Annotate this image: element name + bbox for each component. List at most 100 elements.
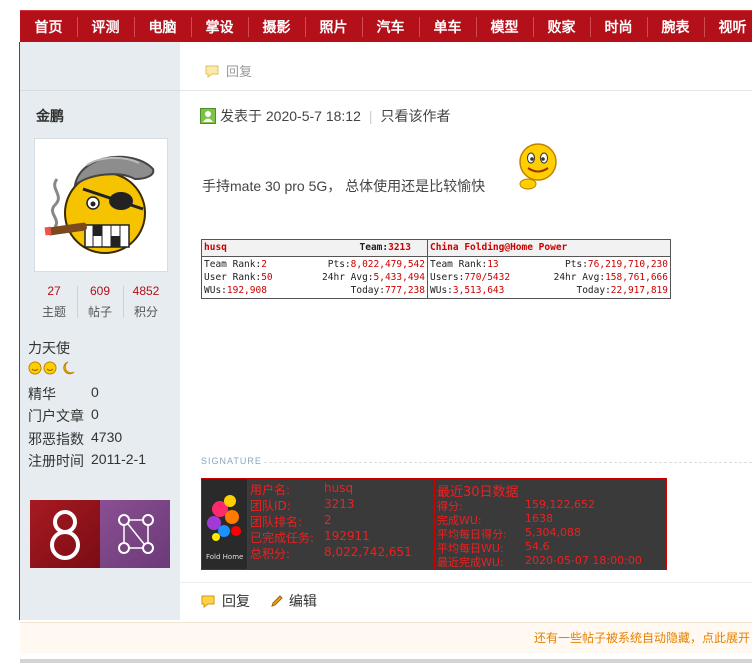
fah-logo-text: Fold Home [206,553,243,561]
post-actions: 回复 编辑 [200,591,317,611]
bottom-border [20,659,752,663]
reply-bubble-icon [201,595,215,608]
folding-row: Team Rank:2 Pts:8,022,479,542 [204,259,425,270]
folding-row: User Rank:50 24hr Avg:5,433,494 [204,272,425,283]
reply-button[interactable]: 回复 [200,593,254,609]
author-stats: 27 主题 609 帖子 4852 积分 [32,284,168,322]
fah-logo: Fold Home [202,479,248,569]
medal-badge[interactable] [100,500,170,568]
folding-user-header: husq Team:3213 [202,240,427,257]
post-text: 手持mate 30 pro 5G， 总体使用还是比较愉快 [202,178,486,194]
folding-team-header: China Folding@Home Power [428,240,670,257]
nav-separator [362,17,363,37]
info-value: 4730 [91,429,123,445]
folding-team-name: China Folding@Home Power [430,242,568,253]
nav-item[interactable]: 汽车 [362,11,419,43]
sig-row: 团队ID: 3213 [250,497,355,513]
nav-separator [419,17,420,37]
reply-link-top[interactable]: 回复 [204,61,252,80]
info-label: 精华 [28,386,56,402]
sig-row: 用户名: husq [250,481,354,497]
author-name[interactable]: 金鹏 [36,106,64,126]
sig-row: 已完成任务: 192911 [250,529,370,545]
stat-posts[interactable]: 609 帖子 [78,284,122,320]
folding-row: Team Rank:13 Pts:76,219,710,230 [430,259,668,270]
folding-row: WUs:192,908 Today:777,238 [204,285,425,296]
nav-item[interactable]: 评测 [77,11,134,43]
stat-points[interactable]: 4852 积分 [124,284,168,320]
only-author-link[interactable]: 只看该作者 [381,108,451,124]
nav-separator [77,17,78,37]
stat-points-value: 4852 [132,284,160,298]
post-meta: 发表于 2020-5-7 18:12 | 只看该作者 [200,106,451,126]
medal-share-icon [118,514,154,554]
info-digest: 精华 0 [28,384,99,404]
stat-posts-value: 609 [89,284,111,298]
nav-separator [647,17,648,37]
medal-badge[interactable] [30,500,100,568]
post-date: 发表于 2020-5-7 18:12 [220,108,361,124]
info-label: 门户文章 [28,408,84,424]
nav-item[interactable]: 腕表 [647,11,704,43]
reply-bubble-icon [205,65,219,78]
nav-item[interactable]: 电脑 [134,11,191,43]
edit-button-label: 编辑 [288,593,317,609]
nav-item[interactable]: 照片 [305,11,362,43]
signature-user-stats: 用户名: husq 团队ID: 3213 团队排名: 2 已完成任务: 192911 总… [248,479,435,569]
nav-item[interactable]: 模型 [476,11,533,43]
signature-label: SIGNATURE [201,456,262,466]
sig-row: 团队排名: 2 [250,513,332,529]
nav-item[interactable]: 视听 [704,11,752,43]
nav-item[interactable]: 首页 [20,11,77,43]
hidden-posts-text: 还有一些帖子被系统自动隐藏，点此展开 [533,631,750,645]
folding-row: Users:770/5432 24hr Avg:158,761,666 [430,272,668,283]
sig-row: 最近完成WU: 2020-05-07 18:00:00 [437,554,642,569]
edit-button[interactable]: 编辑 [270,593,317,609]
stat-threads-label: 主题 [41,305,66,319]
reply-button-label: 回复 [222,593,250,609]
sun-icon [43,361,57,375]
nav-separator [590,17,591,37]
info-register-date: 注册时间 2011-2-1 [28,451,146,471]
online-user-icon [200,108,216,124]
stat-threads[interactable]: 27 主题 [32,284,76,320]
pencil-icon [271,595,283,607]
rank-icons [28,360,78,381]
folding-user-name: husq [204,242,227,253]
moon-icon [63,361,75,375]
divider [180,90,752,91]
signature-banner[interactable]: Fold Home 用户名: husq 团队ID: 3213 团队排名: 2 已完成任… [201,478,667,570]
top-nav: 首页 评测 电脑 掌设 摄影 照片 汽车 单车 模型 败家 时尚 腕表 视听 [20,10,752,43]
nav-separator [305,17,306,37]
info-label: 注册时间 [28,453,84,469]
nav-separator [248,17,249,37]
sig-row: 总积分: 8,022,742,651 [250,545,412,561]
folding-team-panel: China Folding@Home Power Team Rank:13 Pt… [428,240,670,298]
folding-row: WUs:3,513,643 Today:22,917,819 [430,285,668,296]
nav-item[interactable]: 摄影 [248,11,305,43]
nav-separator [533,17,534,37]
reply-label: 回复 [226,64,253,79]
nav-item[interactable]: 败家 [533,11,590,43]
nav-item[interactable]: 时尚 [590,11,647,43]
avatar[interactable] [34,138,168,272]
divider [180,582,752,583]
medal-eight-icon [50,510,80,560]
post-content: 手持mate 30 pro 5G， 总体使用还是比较愉快 [202,176,485,196]
nav-separator [476,17,477,37]
folding-user-panel: husq Team:3213 Team Rank:2 Pts:8,022,479… [202,240,428,298]
signature-divider [264,462,752,463]
meta-separator: | [368,108,373,124]
info-articles: 门户文章 0 [28,406,99,426]
info-value: 2011-2-1 [91,451,147,467]
hidden-posts-notice[interactable]: 还有一些帖子被系统自动隐藏，点此展开 [20,622,752,653]
info-value: 0 [91,406,99,422]
nav-item[interactable]: 单车 [419,11,476,43]
folding-team-label: Team:3213 [359,242,412,253]
signature-30day-stats: 最近30日数据 得分: 159,122,652 完成WU: 1638 平均每日得分:… [435,479,666,569]
user-rank[interactable]: 力天使 [28,338,70,358]
sun-icon [28,361,42,375]
nav-separator [704,17,705,37]
nav-separator [191,17,192,37]
nav-item[interactable]: 掌设 [191,11,248,43]
